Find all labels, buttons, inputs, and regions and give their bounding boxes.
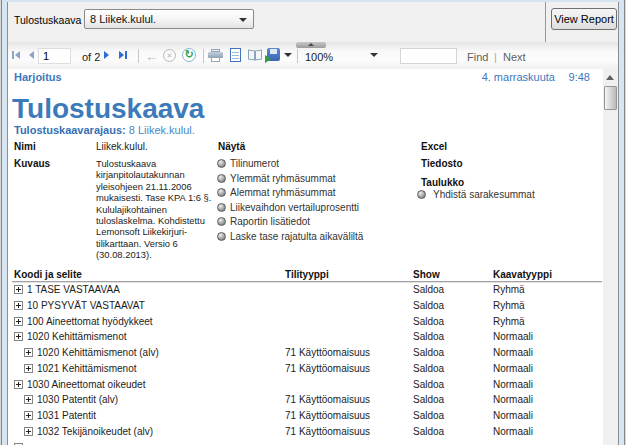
- report-viewer-window: Tulostuskaava 8 Liikek.kulul. View Repor…: [0, 0, 626, 445]
- row-code: 1032 Tekijänoikeudet (alv): [37, 426, 153, 437]
- export-caret-icon[interactable]: [284, 53, 292, 57]
- row-show: Saldoa: [413, 331, 444, 342]
- page-count-label: of 2: [82, 51, 100, 63]
- parameter-dropdown[interactable]: 8 Liikek.kulul.: [84, 9, 254, 29]
- row-formula: Normaali: [493, 331, 533, 342]
- parameters-panel: Tulostuskaava 8 Liikek.kulul. View Repor…: [8, 2, 618, 42]
- row-code: 100 Aineettomat hyödykkeet: [27, 316, 153, 327]
- row-formula: Normaali: [493, 347, 533, 358]
- row-show: Saldoa: [413, 347, 444, 358]
- find-input[interactable]: [400, 48, 457, 64]
- table-row: 1021 Kehittämismenot 71 Käyttöomaisuus Sal…: [8, 361, 603, 377]
- expand-icon[interactable]: [24, 348, 33, 357]
- panel-separator: [545, 2, 546, 42]
- print-button[interactable]: [208, 49, 223, 62]
- row-code: 10 PYSYVÄT VASTAAVAT: [27, 300, 145, 311]
- row-show: Saldoa: [413, 426, 444, 437]
- page-setup-button[interactable]: [247, 49, 263, 61]
- row-code: 1020 Kehittämismenot (alv): [37, 347, 159, 358]
- row-type: 71 Käyttöomaisuus: [285, 394, 370, 405]
- toolbar-separator: [203, 49, 204, 63]
- row-formula: Ryhmä: [493, 284, 525, 295]
- row-formula: Ryhmä: [493, 316, 525, 327]
- row-show: Saldoa: [413, 379, 444, 390]
- table-row: 1020 Kehittämismenot (alv) 71 Käyttöomais…: [8, 345, 603, 361]
- row-formula: Normaali: [493, 363, 533, 374]
- row-code: 1 TASE VASTAAVAA: [27, 284, 120, 295]
- expand-icon[interactable]: [24, 427, 33, 436]
- report-area: Harjoitus 4. marraskuuta 9:48 Tulostuska…: [8, 69, 603, 445]
- row-code: 1020 Kehittämismenot: [27, 331, 127, 342]
- expand-icon[interactable]: [14, 285, 23, 294]
- back-button[interactable]: ←: [145, 49, 158, 64]
- expand-icon[interactable]: [14, 380, 23, 389]
- table-row: 1020 Kehittämismenot Saldoa Normaali: [8, 329, 603, 345]
- row-type: 71 Käyttöomaisuus: [285, 410, 370, 421]
- refresh-button[interactable]: ↻: [182, 48, 196, 62]
- report-table-rows: 1 TASE VASTAAVAASaldoaRyhmä10 PYSYVÄT VA…: [8, 69, 603, 445]
- parameter-dropdown-value: 8 Liikek.kulul.: [90, 13, 156, 25]
- row-code: 1031 Patentit: [37, 410, 96, 421]
- table-row: 1 TASE VASTAAVAA Saldoa Ryhmä: [8, 282, 603, 298]
- table-row: 1030 Aineettomat oikeudet Saldoa Normaali: [8, 377, 603, 393]
- zoom-select[interactable]: 100%: [305, 51, 333, 63]
- print-layout-button[interactable]: [230, 48, 241, 62]
- row-show: Saldoa: [413, 394, 444, 405]
- find-button[interactable]: Find: [467, 51, 488, 63]
- row-formula: Normaali: [493, 394, 533, 405]
- view-report-button[interactable]: View Report: [551, 8, 617, 30]
- scroll-thumb[interactable]: [604, 86, 617, 110]
- toolbar-separator: [297, 49, 298, 63]
- export-button[interactable]: [267, 48, 280, 61]
- row-show: Saldoa: [413, 284, 444, 295]
- table-row: 1031 Patentit 71 Käyttöomaisuus Saldoa Norm…: [8, 408, 603, 424]
- row-show: Saldoa: [413, 363, 444, 374]
- collapse-arrow-icon: [308, 43, 314, 46]
- parameter-label: Tulostuskaava: [14, 14, 81, 26]
- row-formula: Normaali: [493, 379, 533, 390]
- row-formula: Ryhmä: [493, 300, 525, 311]
- vertical-scrollbar[interactable]: [603, 69, 618, 445]
- parameters-splitter-handle[interactable]: [296, 42, 326, 48]
- row-code: 1030 Aineettomat oikeudet: [27, 379, 145, 390]
- row-formula: Normaali: [493, 426, 533, 437]
- row-show: Saldoa: [413, 300, 444, 311]
- expand-icon[interactable]: [14, 332, 23, 341]
- table-row: 100 Aineettomat hyödykkeet Saldoa Ryhmä: [8, 314, 603, 330]
- dropdown-caret-icon: [239, 18, 247, 22]
- page-number-input[interactable]: [38, 48, 71, 64]
- scroll-up-icon[interactable]: [606, 75, 614, 80]
- row-code: 1021 Kehittämismenot: [37, 363, 137, 374]
- toolbar-separator: [138, 49, 139, 63]
- row-formula: Normaali: [493, 410, 533, 421]
- find-next-separator: |: [494, 51, 497, 63]
- row-type: 71 Käyttöomaisuus: [285, 426, 370, 437]
- previous-page-button[interactable]: [29, 51, 34, 59]
- next-button[interactable]: Next: [503, 51, 526, 63]
- expand-icon[interactable]: [24, 364, 33, 373]
- table-row: 1032 Tekijänoikeudet (alv) 71 Käyttöomais…: [8, 424, 603, 440]
- row-show: Saldoa: [413, 316, 444, 327]
- expand-icon[interactable]: [24, 411, 33, 420]
- zoom-caret-icon[interactable]: [370, 53, 378, 57]
- stop-button[interactable]: ✕: [163, 49, 176, 62]
- expand-icon[interactable]: [24, 395, 33, 404]
- expand-icon[interactable]: [14, 301, 23, 310]
- row-show: Saldoa: [413, 410, 444, 421]
- row-code: 1030 Patentit (alv): [37, 394, 118, 405]
- table-row: 10 PYSYVÄT VASTAAVAT Saldoa Ryhmä: [8, 298, 603, 314]
- table-row: 1030 Patentit (alv) 71 Käyttöomaisuus Sald…: [8, 392, 603, 408]
- row-type: 71 Käyttöomaisuus: [285, 347, 370, 358]
- expand-icon[interactable]: [14, 317, 23, 326]
- next-page-button[interactable]: [104, 51, 109, 59]
- row-type: 71 Käyttöomaisuus: [285, 363, 370, 374]
